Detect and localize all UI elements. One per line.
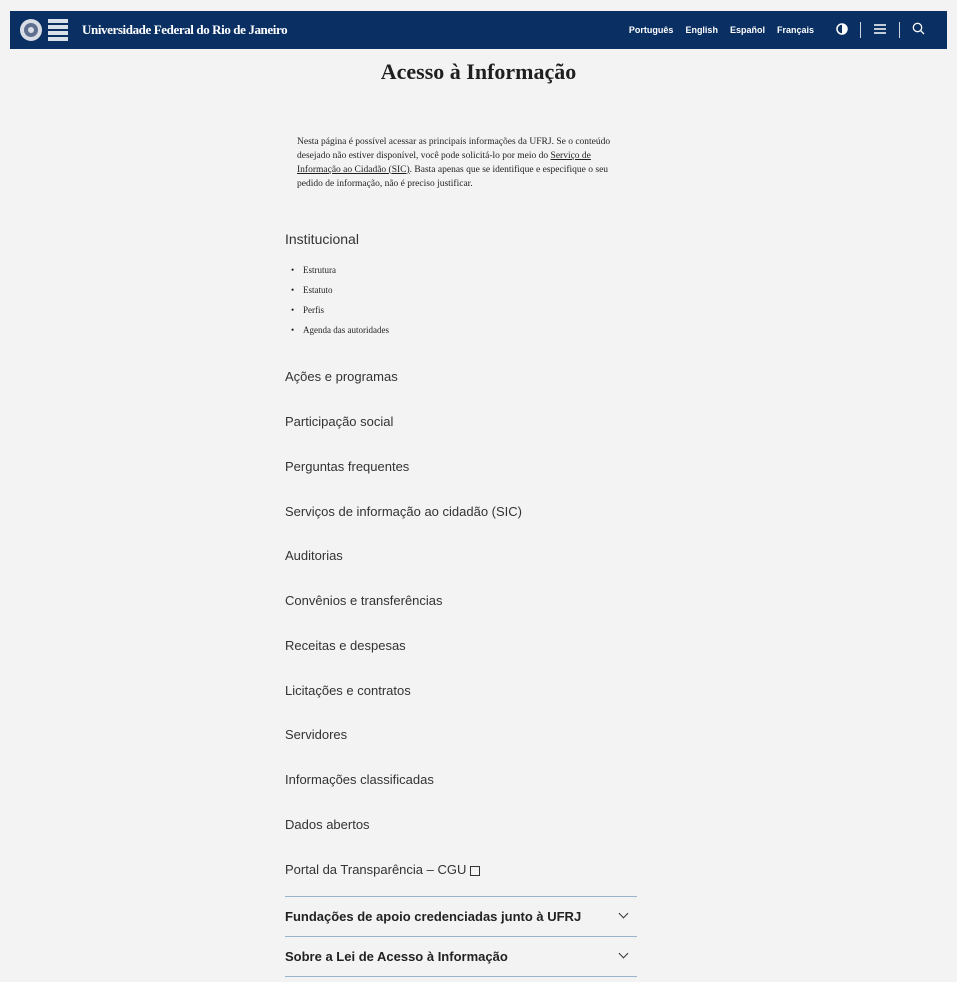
header-divider <box>860 22 861 38</box>
accordion-fundacoes[interactable]: Fundações de apoio credenciadas junto à … <box>285 897 637 937</box>
top-navigation-bar: Universidade Federal do Rio de Janeiro P… <box>10 11 947 49</box>
accordion-label: Sobre a Lei de Acesso à Informação <box>285 949 508 964</box>
language-selector: Português English Español Français <box>629 25 814 35</box>
language-en-link[interactable]: English <box>685 25 718 35</box>
section-link-portal[interactable]: Portal da Transparência – CGU <box>285 862 481 877</box>
list-item[interactable]: Estrutura <box>285 260 389 280</box>
language-es-link[interactable]: Español <box>730 25 765 35</box>
menu-icon[interactable] <box>873 22 887 39</box>
section-link-convenios[interactable]: Convênios e transferências <box>285 593 443 608</box>
language-fr-link[interactable]: Français <box>777 25 814 35</box>
header-divider <box>899 22 900 38</box>
section-link-auditorias[interactable]: Auditorias <box>285 548 343 563</box>
page-title: Acesso à Informação <box>380 59 577 84</box>
ufrj-seal-icon[interactable] <box>20 19 42 41</box>
external-link-icon <box>470 865 481 876</box>
accordion: Fundações de apoio credenciadas junto à … <box>285 896 637 977</box>
contrast-icon[interactable] <box>836 22 848 39</box>
chevron-down-icon[interactable] <box>618 948 629 959</box>
list-item[interactable]: Agenda das autoridades <box>285 320 389 340</box>
list-item[interactable]: Estatuto <box>285 280 389 300</box>
section-institucional-heading: Institucional <box>285 231 359 247</box>
portal-label[interactable]: Portal da Transparência – CGU <box>285 862 466 877</box>
section-link-perguntas[interactable]: Perguntas frequentes <box>285 459 409 474</box>
section-link-sic[interactable]: Serviços de informação ao cidadão (SIC) <box>285 504 522 519</box>
chevron-down-icon[interactable] <box>618 908 629 919</box>
section-link-acoes[interactable]: Ações e programas <box>285 369 398 384</box>
list-item[interactable]: Perfis <box>285 300 389 320</box>
site-name-link[interactable]: Universidade Federal do Rio de Janeiro <box>82 22 288 38</box>
section-link-servidores[interactable]: Servidores <box>285 727 347 742</box>
accordion-lei-acesso[interactable]: Sobre a Lei de Acesso à Informação <box>285 937 637 977</box>
section-link-informacoes[interactable]: Informações classificadas <box>285 772 434 787</box>
section-link-dados[interactable]: Dados abertos <box>285 817 370 832</box>
intro-paragraph: Nesta página é possível acessar as princ… <box>297 135 631 191</box>
section-link-licitacoes[interactable]: Licitações e contratos <box>285 683 411 698</box>
header-tools <box>836 22 925 39</box>
section-link-receitas[interactable]: Receitas e despesas <box>285 638 406 653</box>
accordion-label: Fundações de apoio credenciadas junto à … <box>285 909 582 924</box>
institutional-list: Estrutura Estatuto Perfis Agenda das aut… <box>285 260 389 340</box>
section-link-participacao[interactable]: Participação social <box>285 414 393 429</box>
search-icon[interactable] <box>912 22 925 39</box>
language-pt-link[interactable]: Português <box>629 25 674 35</box>
ufrj-logo-icon[interactable] <box>48 19 68 41</box>
